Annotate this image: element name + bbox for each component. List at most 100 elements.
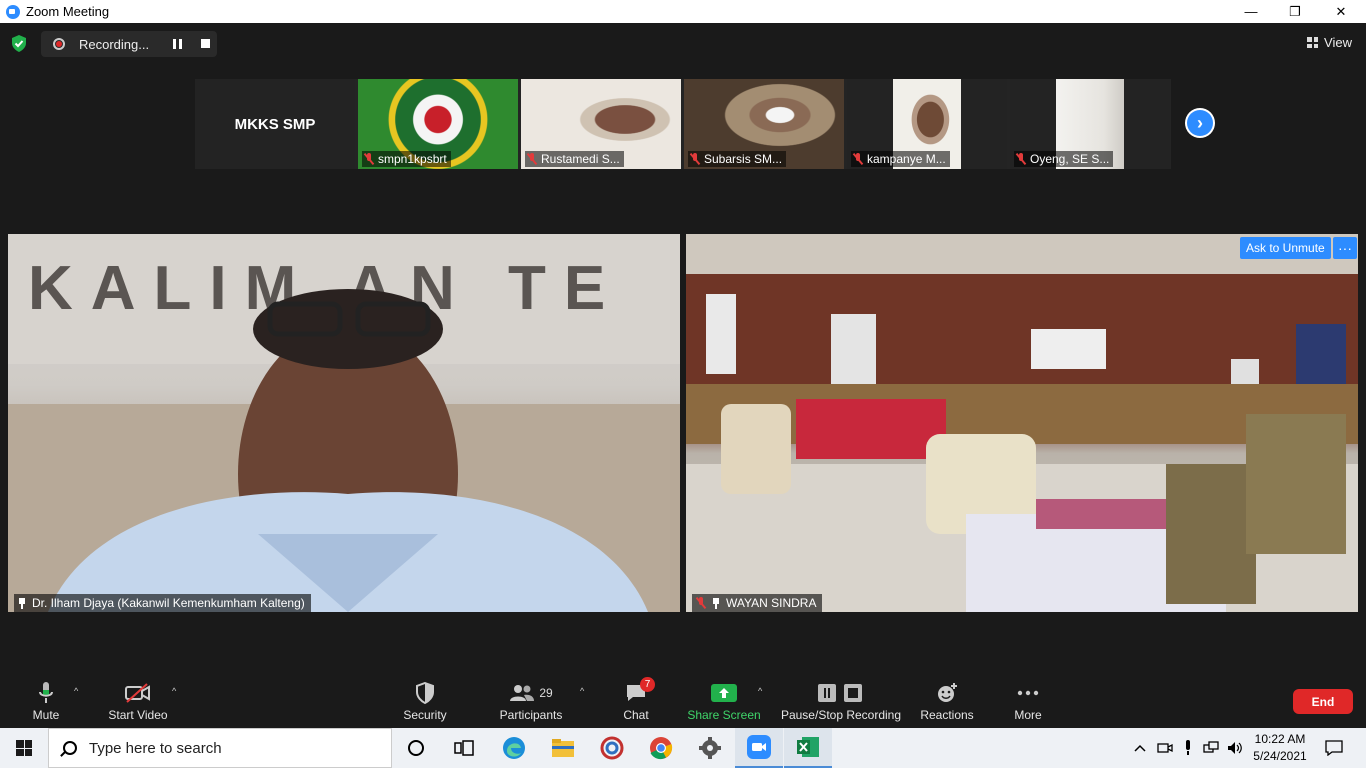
pin-icon [712, 597, 720, 609]
gallery-tile-kampanye[interactable]: kampanye M... [847, 79, 1007, 169]
edge-browser-icon [503, 737, 525, 759]
speaker-name-label: Dr. Ilham Djaya (Kakanwil Kemenkumham Ka… [14, 594, 311, 612]
windows-logo-icon [16, 740, 32, 756]
security-label: Security [403, 708, 447, 722]
taskbar-zoom[interactable] [735, 728, 783, 768]
minimize-button[interactable]: — [1228, 0, 1274, 23]
video-more-options-button[interactable]: ··· [1333, 237, 1357, 259]
mic-muted-icon [690, 153, 700, 165]
tile-name-label: Subarsis SM... [688, 151, 787, 167]
network-icon[interactable] [1200, 728, 1222, 768]
more-label: More [1014, 708, 1042, 722]
view-button[interactable]: View [1307, 35, 1352, 50]
taskbar-clock[interactable]: 10:22 AM 5/24/2021 [1248, 731, 1312, 765]
gallery-tile-smpn1kpsbrt[interactable]: smpn1kpsbrt [358, 79, 518, 169]
mute-button[interactable]: Mute [26, 672, 66, 728]
more-button[interactable]: More [1008, 672, 1048, 728]
audio-options-caret[interactable]: ^ [74, 686, 78, 696]
window-titlebar: Zoom Meeting — ❐ ✕ [0, 0, 1366, 23]
taskbar-edge[interactable] [490, 728, 538, 768]
gallery-tile-subarsis[interactable]: Subarsis SM... [684, 79, 844, 169]
cortana-button[interactable] [392, 728, 440, 768]
shield-icon [415, 678, 435, 708]
classroom-video-image [686, 234, 1358, 612]
tray-overflow-chevron-icon[interactable] [1130, 728, 1150, 768]
share-screen-icon [711, 678, 737, 708]
reactions-label: Reactions [920, 708, 974, 722]
gallery-next-button[interactable]: › [1185, 108, 1215, 138]
microphone-tray-icon[interactable] [1178, 728, 1198, 768]
gallery-tile-oyeng[interactable]: Oyeng, SE S... [1010, 79, 1170, 169]
share-screen-button[interactable]: Share Screen [687, 672, 761, 728]
search-placeholder: Type here to search [89, 739, 222, 757]
cortana-circle-icon [408, 740, 424, 756]
clock-time: 10:22 AM [1254, 732, 1306, 746]
gallery-tile-mkks[interactable]: MKKS SMP [195, 79, 355, 169]
start-button[interactable] [0, 728, 48, 768]
ask-to-unmute-button[interactable]: Ask to Unmute [1240, 237, 1331, 259]
smiley-plus-icon [936, 678, 958, 708]
mic-muted-icon [1016, 153, 1026, 165]
chevron-right-icon: › [1187, 110, 1213, 136]
gallery-strip: MKKS SMP smpn1kpsbrt Rustamedi S... Suba… [195, 79, 1171, 169]
participants-count: 29 [539, 686, 553, 700]
security-shield-icon[interactable] [11, 35, 27, 52]
start-video-label: Start Video [108, 708, 168, 722]
gallery-tile-rustamedi[interactable]: Rustamedi S... [521, 79, 681, 169]
recording-label: Recording... [79, 36, 150, 52]
taskbar-file-explorer[interactable] [539, 728, 587, 768]
video-off-icon [125, 678, 151, 708]
share-options-caret[interactable]: ^ [758, 686, 762, 696]
meet-now-icon[interactable] [1154, 728, 1176, 768]
clock-date: 5/24/2021 [1253, 749, 1307, 763]
tile-name-text: MKKS SMP [234, 115, 316, 133]
security-button[interactable]: Security [400, 672, 450, 728]
zoom-app-icon [747, 735, 771, 759]
speaker-name-label: WAYAN SINDRA [692, 594, 823, 612]
speaker-video-image: KALIM AN TE [8, 234, 680, 612]
task-view-button[interactable] [440, 728, 488, 768]
participants-button[interactable]: 29 Participants [498, 672, 564, 728]
taskbar-settings[interactable] [686, 728, 734, 768]
windows-taskbar: Type here to search 10:22 AM 5/24/2021 [0, 728, 1366, 768]
volume-icon[interactable] [1224, 728, 1246, 768]
tile-name-label: Oyeng, SE S... [1014, 151, 1114, 167]
mic-muted-icon [527, 153, 537, 165]
pin-icon [18, 597, 26, 609]
taskbar-search-box[interactable]: Type here to search [48, 728, 392, 768]
stop-recording-icon[interactable] [201, 39, 210, 48]
notifications-icon[interactable] [1320, 728, 1348, 768]
mic-muted-icon [696, 597, 706, 609]
pause-stop-recording-label: Pause/Stop Recording [780, 708, 902, 722]
window-title: Zoom Meeting [26, 4, 110, 19]
chrome-browser-icon [650, 737, 673, 760]
taskbar-app-r[interactable] [588, 728, 636, 768]
restore-button[interactable]: ❐ [1272, 0, 1318, 23]
share-screen-label: Share Screen [687, 708, 761, 722]
view-grid-icon [1307, 37, 1319, 48]
speaker-video-right[interactable]: WAYAN SINDRA [686, 234, 1358, 612]
chat-unread-badge: 7 [640, 677, 655, 692]
pause-stop-recording-button[interactable]: Pause/Stop Recording [780, 672, 902, 728]
tile-name-label: smpn1kpsbrt [362, 151, 451, 167]
meeting-toolbar: Mute ^ Start Video ^ Security 29 Partici… [0, 672, 1366, 728]
mute-label: Mute [32, 708, 60, 722]
mic-muted-icon [853, 153, 863, 165]
start-video-button[interactable]: Start Video [104, 672, 172, 728]
taskbar-chrome[interactable] [637, 728, 685, 768]
search-icon [63, 741, 77, 755]
participants-label: Participants [499, 708, 563, 722]
speaker-video-left[interactable]: KALIM AN TE Dr. Ilham Djaya (Kakanwil Ke… [8, 234, 680, 612]
end-meeting-button[interactable]: End [1293, 689, 1353, 714]
close-button[interactable]: ✕ [1318, 0, 1364, 23]
participants-options-caret[interactable]: ^ [580, 686, 584, 696]
video-options-caret[interactable]: ^ [172, 686, 176, 696]
pause-recording-icon[interactable] [173, 39, 183, 49]
microphone-icon [38, 678, 54, 708]
tile-name-label: kampanye M... [851, 151, 950, 167]
taskbar-excel[interactable] [784, 728, 832, 768]
reactions-button[interactable]: Reactions [918, 672, 976, 728]
mic-muted-icon [364, 153, 374, 165]
recording-indicator: Recording... [41, 31, 217, 57]
gear-icon [699, 737, 721, 759]
